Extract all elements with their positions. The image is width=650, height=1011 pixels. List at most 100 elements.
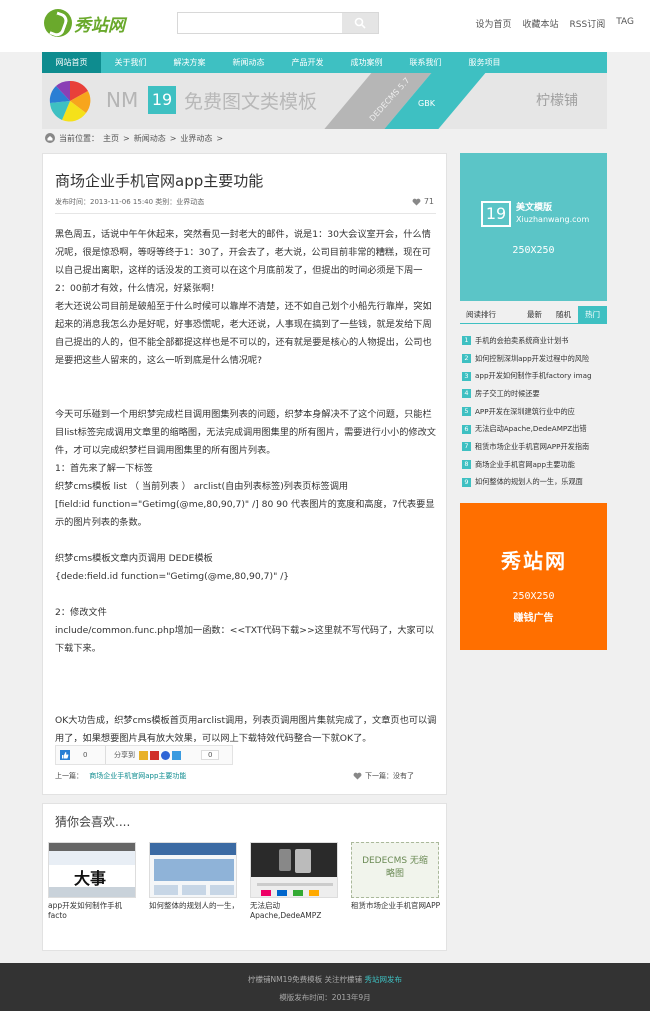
- heart-icon: [353, 772, 362, 780]
- tag-link[interactable]: TAG: [616, 17, 634, 30]
- related-item[interactable]: 大事 app开发如何制作手机facto: [48, 842, 140, 921]
- list-item-title[interactable]: 无法启动Apache,DedeAMPZ出错: [475, 424, 587, 434]
- sidebar-ad-orange[interactable]: 秀站网 250X250 赚钱广告: [460, 503, 607, 650]
- related-item[interactable]: DEDECMS 无缩略图 租赁市场企业手机官网APP: [351, 842, 443, 921]
- list-item-title[interactable]: 手机的会拍卖系统商业计划书: [475, 336, 568, 346]
- nav-item-about[interactable]: 关于我们: [101, 52, 160, 73]
- logo-text: 秀站网: [74, 15, 125, 36]
- ad-site: Xiuzhanwang.com: [516, 215, 590, 224]
- ad-title: 美文模版: [516, 203, 553, 213]
- prev-link[interactable]: 商场企业手机官网app主要功能: [89, 772, 186, 780]
- banner-author: 柠檬铺: [536, 93, 578, 109]
- list-item-title[interactable]: APP开发在深圳建筑行业中的应: [475, 407, 575, 417]
- ad-number: 19: [481, 201, 511, 227]
- share-weibo-icon[interactable]: [139, 750, 148, 760]
- banner-title: 免费图文类模板: [184, 91, 318, 113]
- article-paragraph: 2：修改文件: [55, 607, 107, 618]
- logo-icon: [44, 9, 72, 37]
- ad-size: 250X250: [512, 245, 555, 256]
- related-thumbnail[interactable]: DEDECMS 无缩略图: [351, 842, 439, 898]
- breadcrumb: 当前位置： 主页 > 新闻动态 > 业界动态 >: [45, 131, 223, 145]
- site-logo[interactable]: 秀站网: [44, 9, 125, 37]
- breadcrumb-home[interactable]: 主页: [103, 133, 119, 144]
- nav-item-cases[interactable]: 成功案例: [337, 52, 396, 73]
- prev-label: 上一篇：: [55, 772, 83, 780]
- nav-item-home[interactable]: 网站首页: [42, 52, 101, 73]
- related-caption[interactable]: 租赁市场企业手机官网APP: [351, 901, 443, 921]
- share-baidu-icon[interactable]: [161, 750, 170, 760]
- search-button[interactable]: [342, 13, 378, 33]
- banner-nm: NM: [106, 88, 139, 112]
- likes-count: 71: [423, 197, 434, 206]
- nav-item-products[interactable]: 产品开发: [278, 52, 337, 73]
- sidebar-ad-teal[interactable]: 19 美文模版 Xiuzhanwang.com 250X250: [460, 153, 607, 301]
- breadcrumb-industry[interactable]: 业界动态: [180, 133, 212, 144]
- top-header: 秀站网 设为首页 收藏本站 RSS订阅 TAG: [0, 0, 650, 52]
- list-item[interactable]: 5 APP开发在深圳建筑行业中的应: [462, 403, 607, 421]
- related-caption[interactable]: 无法启动Apache,DedeAMPZ: [250, 901, 342, 921]
- related-thumbnail[interactable]: [250, 842, 338, 898]
- tab-latest[interactable]: 最新: [520, 306, 549, 323]
- nav-item-contact[interactable]: 联系我们: [396, 52, 455, 73]
- related-thumbnail[interactable]: 大事: [48, 842, 136, 898]
- share-renren-icon[interactable]: [150, 750, 159, 760]
- share-bar: 0 分享到 0: [55, 745, 233, 765]
- list-item-title[interactable]: 租赁市场企业手机官网APP开发指南: [475, 442, 589, 452]
- article-title: 商场企业手机官网app主要功能: [55, 172, 264, 190]
- rank-number: 7: [462, 442, 471, 452]
- list-item-title[interactable]: 商场企业手机官网app主要功能: [475, 460, 575, 470]
- list-item[interactable]: 9 如何整体的规划人的一生，乐观面: [462, 474, 607, 492]
- related-thumbnail[interactable]: [149, 842, 237, 898]
- list-item-title[interactable]: 如何整体的规划人的一生，乐观面: [475, 477, 583, 487]
- ad-logo: 秀站网: [501, 549, 567, 573]
- list-item[interactable]: 6 无法启动Apache,DedeAMPZ出错: [462, 420, 607, 438]
- list-item-title[interactable]: 房子交工的时候还要: [475, 389, 540, 399]
- like-button[interactable]: 0: [56, 746, 106, 764]
- list-item[interactable]: 2 如何控制深圳app开发过程中的风险: [462, 350, 607, 368]
- article-likes[interactable]: 71: [412, 197, 434, 206]
- rank-number: 5: [462, 407, 471, 417]
- breadcrumb-news[interactable]: 新闻动态: [134, 133, 166, 144]
- rank-number: 8: [462, 460, 471, 470]
- breadcrumb-sep: >: [169, 133, 177, 143]
- banner-number-badge: 19: [148, 86, 176, 114]
- next-area: 下一篇：没有了: [353, 771, 414, 781]
- banner-gbk: GBK: [418, 99, 435, 108]
- search-input[interactable]: [178, 13, 343, 33]
- tab-hot[interactable]: 热门: [578, 306, 607, 323]
- list-item[interactable]: 7 租赁市场企业手机官网APP开发指南: [462, 438, 607, 456]
- article-paragraph: [field:id function="Getimg(@me,80,90,7)"…: [55, 499, 435, 528]
- share-more-icon[interactable]: [172, 750, 181, 760]
- no-thumbnail-text: DEDECMS 无缩略图: [362, 856, 428, 879]
- tab-random[interactable]: 随机: [549, 306, 578, 323]
- article-paragraph: 今天可乐碰到一个用织梦完成栏目调用图集列表的问题，织梦本身解决不了这个问题，只能…: [55, 409, 436, 456]
- footer-text: 柠檬铺NM19免费模板 关注柠檬铺: [248, 975, 365, 984]
- article-paragraph: OK大功告成，织梦cms模板首页用arclist调用，列表页调用图片集就完成了，…: [55, 715, 437, 744]
- footer-link[interactable]: 秀站网发布: [364, 975, 402, 984]
- banner: NM 19 免费图文类模板 DEDECMS 5.7 GBK 柠檬铺: [42, 73, 607, 129]
- related-caption[interactable]: app开发如何制作手机facto: [48, 901, 140, 921]
- list-item[interactable]: 4 房子交工的时候还要: [462, 385, 607, 403]
- nav-item-solutions[interactable]: 解决方案: [160, 52, 219, 73]
- nav-item-news[interactable]: 新闻动态: [219, 52, 278, 73]
- related-caption[interactable]: 如何整体的规划人的一生，: [149, 901, 241, 921]
- related-title: 猜你会喜欢....: [55, 815, 131, 829]
- breadcrumb-sep: >: [216, 133, 224, 143]
- related-item[interactable]: 如何整体的规划人的一生，: [149, 842, 241, 921]
- prev-next: 上一篇： 商场企业手机官网app主要功能 下一篇：没有了: [55, 771, 437, 781]
- nav-item-services[interactable]: 服务项目: [455, 52, 514, 73]
- article-panel: 商场企业手机官网app主要功能 发布时间：2013-11-06 15:40 类别…: [42, 153, 447, 795]
- bookmark-link[interactable]: 收藏本站: [523, 17, 559, 30]
- article-paragraph: [55, 694, 437, 712]
- list-item-title[interactable]: 如何控制深圳app开发过程中的风险: [475, 354, 589, 364]
- article-paragraph: [55, 658, 437, 676]
- search-box: [177, 12, 379, 34]
- article-paragraph: 织梦cms模板文章内页调用 DEDE模板: [55, 553, 213, 564]
- list-item[interactable]: 1 手机的会拍卖系统商业计划书: [462, 332, 607, 350]
- set-homepage-link[interactable]: 设为首页: [476, 17, 512, 30]
- rss-link[interactable]: RSS订阅: [570, 17, 606, 30]
- related-item[interactable]: 无法启动Apache,DedeAMPZ: [250, 842, 342, 921]
- list-item[interactable]: 8 商场企业手机官网app主要功能: [462, 456, 607, 474]
- list-item-title[interactable]: app开发如何制作手机factory imag: [475, 371, 592, 381]
- list-item[interactable]: 3 app开发如何制作手机factory imag: [462, 367, 607, 385]
